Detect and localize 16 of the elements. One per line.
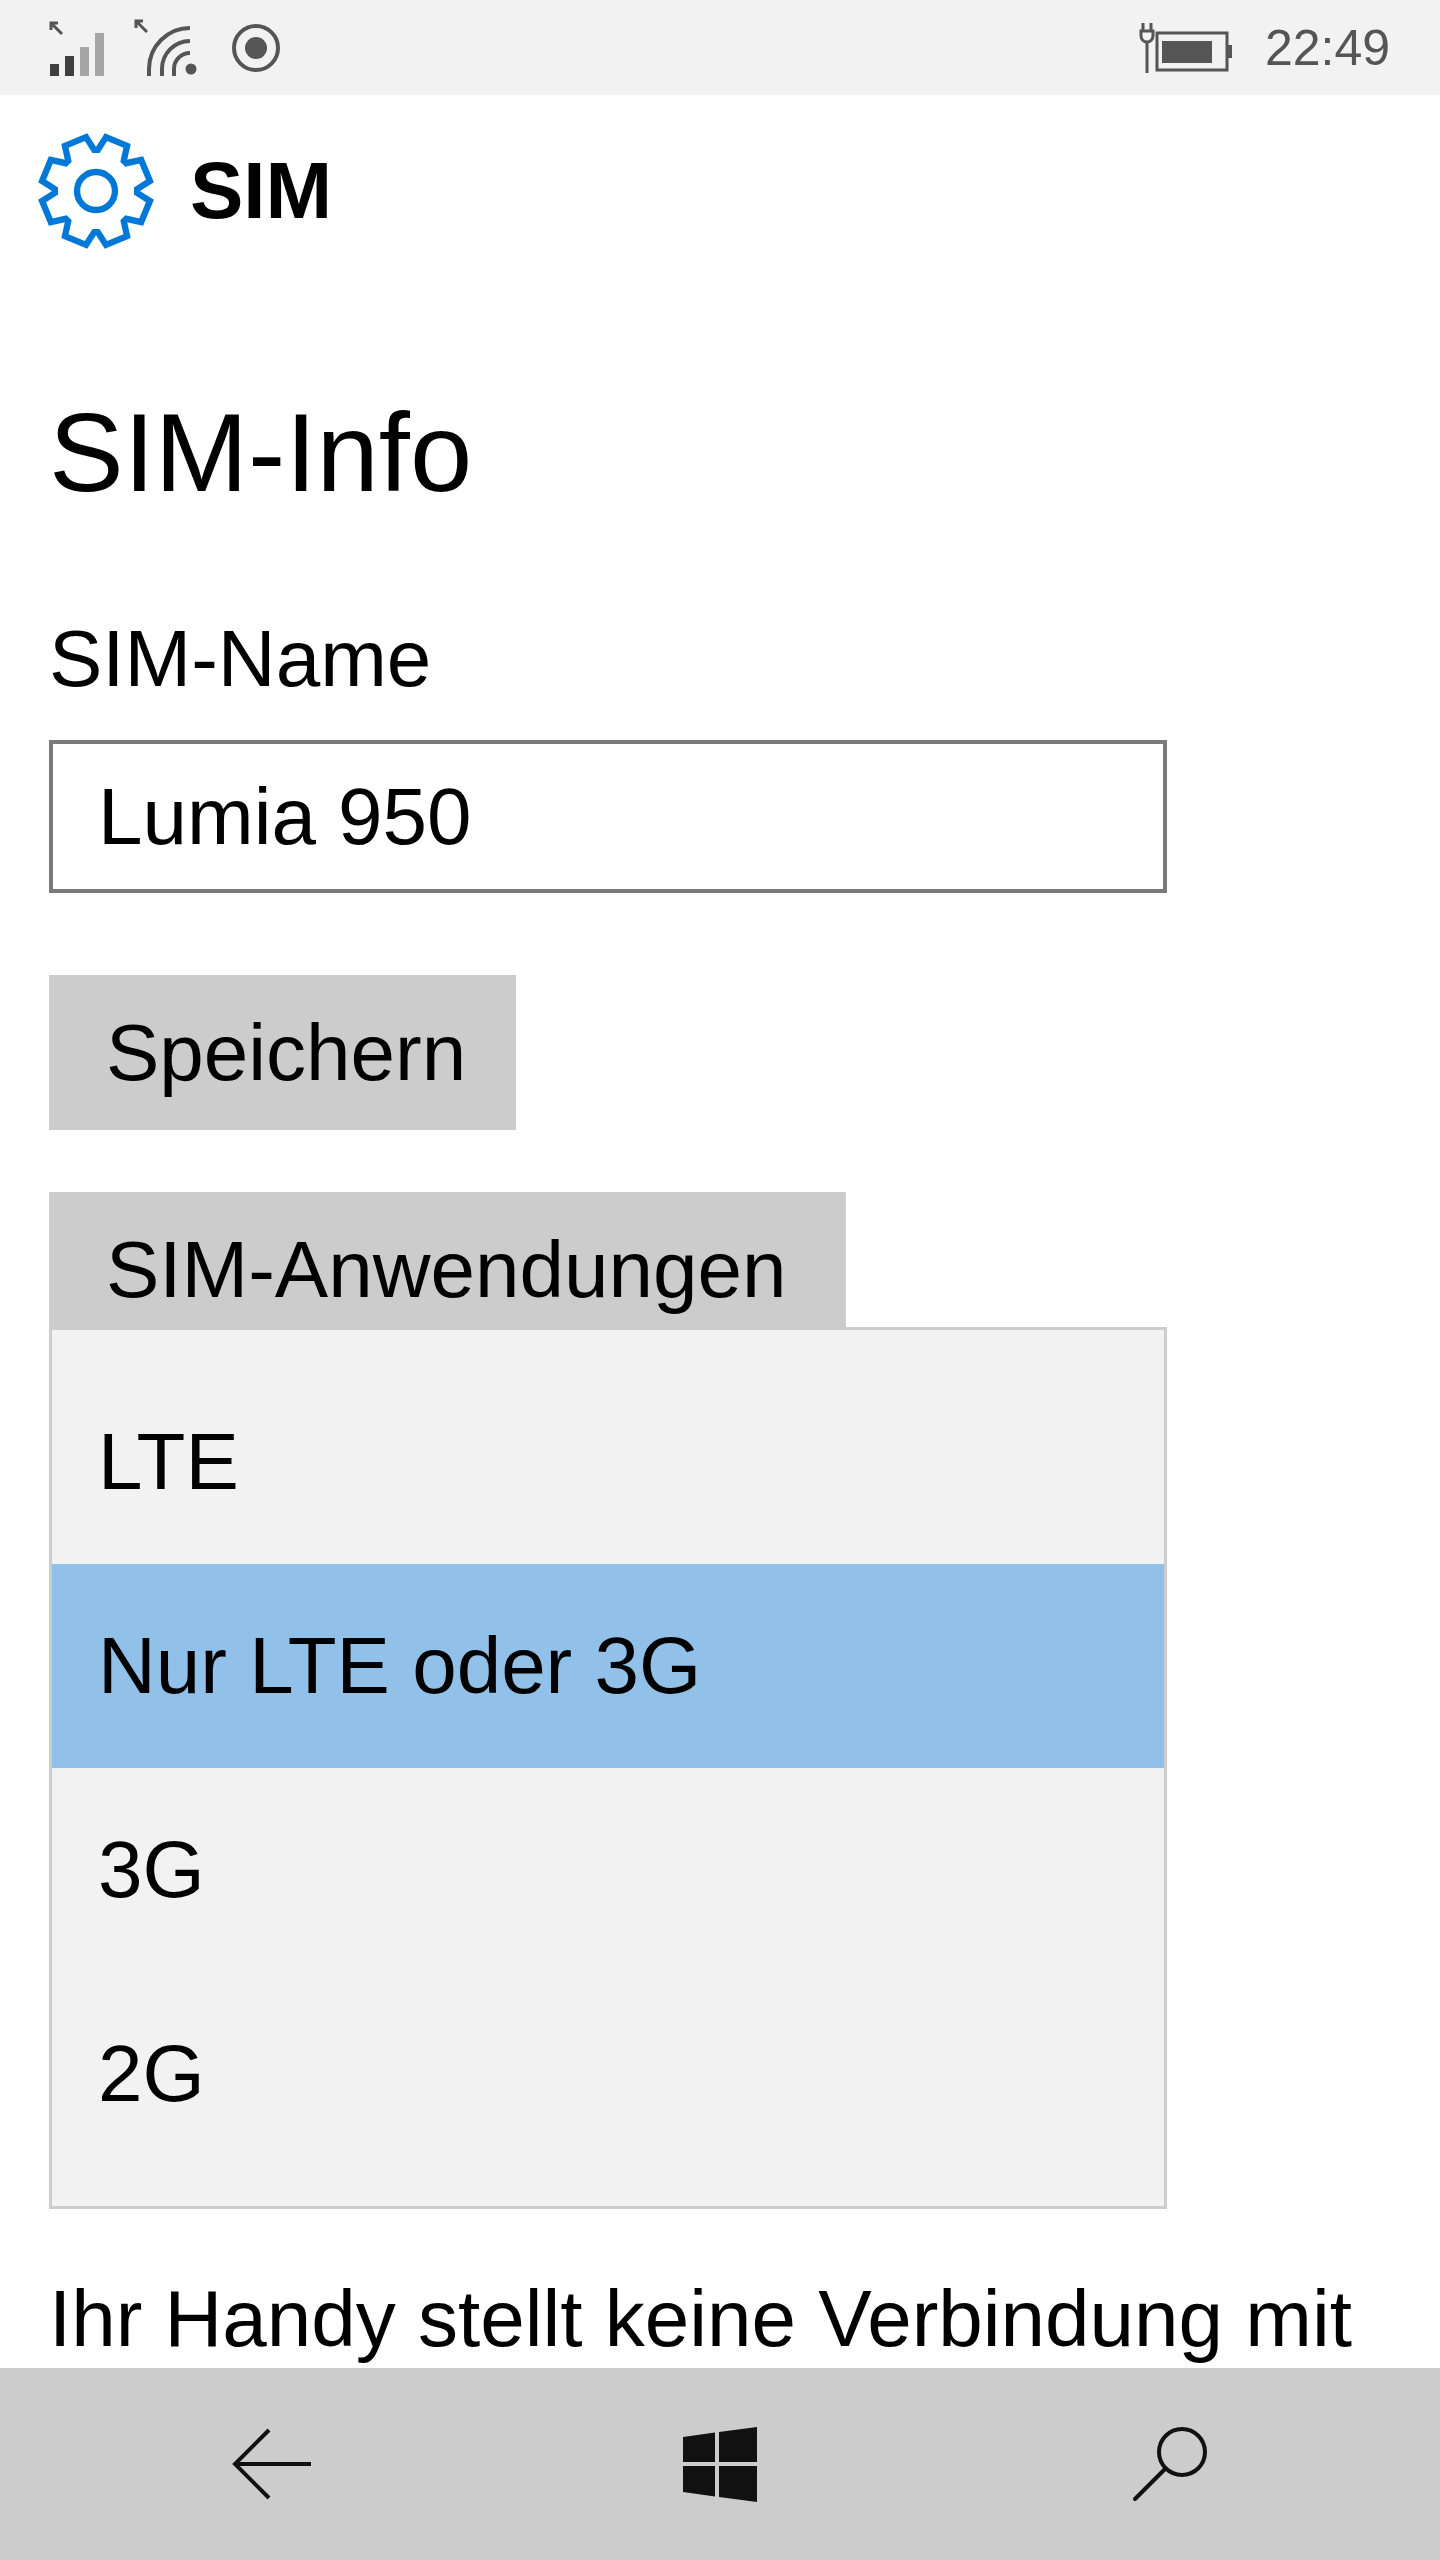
field-label: SIM-Name	[49, 613, 432, 705]
info-text: Ihr Handy stellt keine Verbindung mit	[49, 2273, 1352, 2365]
dropdown-option[interactable]: 3G	[52, 1768, 1164, 1972]
search-icon[interactable]	[1130, 2424, 1210, 2504]
ring-dot-icon	[232, 23, 280, 72]
dropdown-option[interactable]: 2G	[52, 1972, 1164, 2176]
section-heading: SIM-Info	[49, 389, 473, 517]
battery-plug-icon	[1137, 22, 1232, 73]
clock-time: 22:49	[1264, 18, 1390, 78]
dropdown-option[interactable]: Nur LTE oder 3G	[52, 1564, 1164, 1768]
sim-name-field[interactable]: Lumia 950	[49, 740, 1167, 893]
save-button[interactable]: Speichern	[49, 975, 517, 1130]
four-panes-icon[interactable]	[683, 2426, 757, 2502]
gear-icon	[38, 133, 154, 249]
page-title: SIM	[190, 151, 333, 231]
dropdown-option[interactable]: LTE	[52, 1360, 1164, 1564]
